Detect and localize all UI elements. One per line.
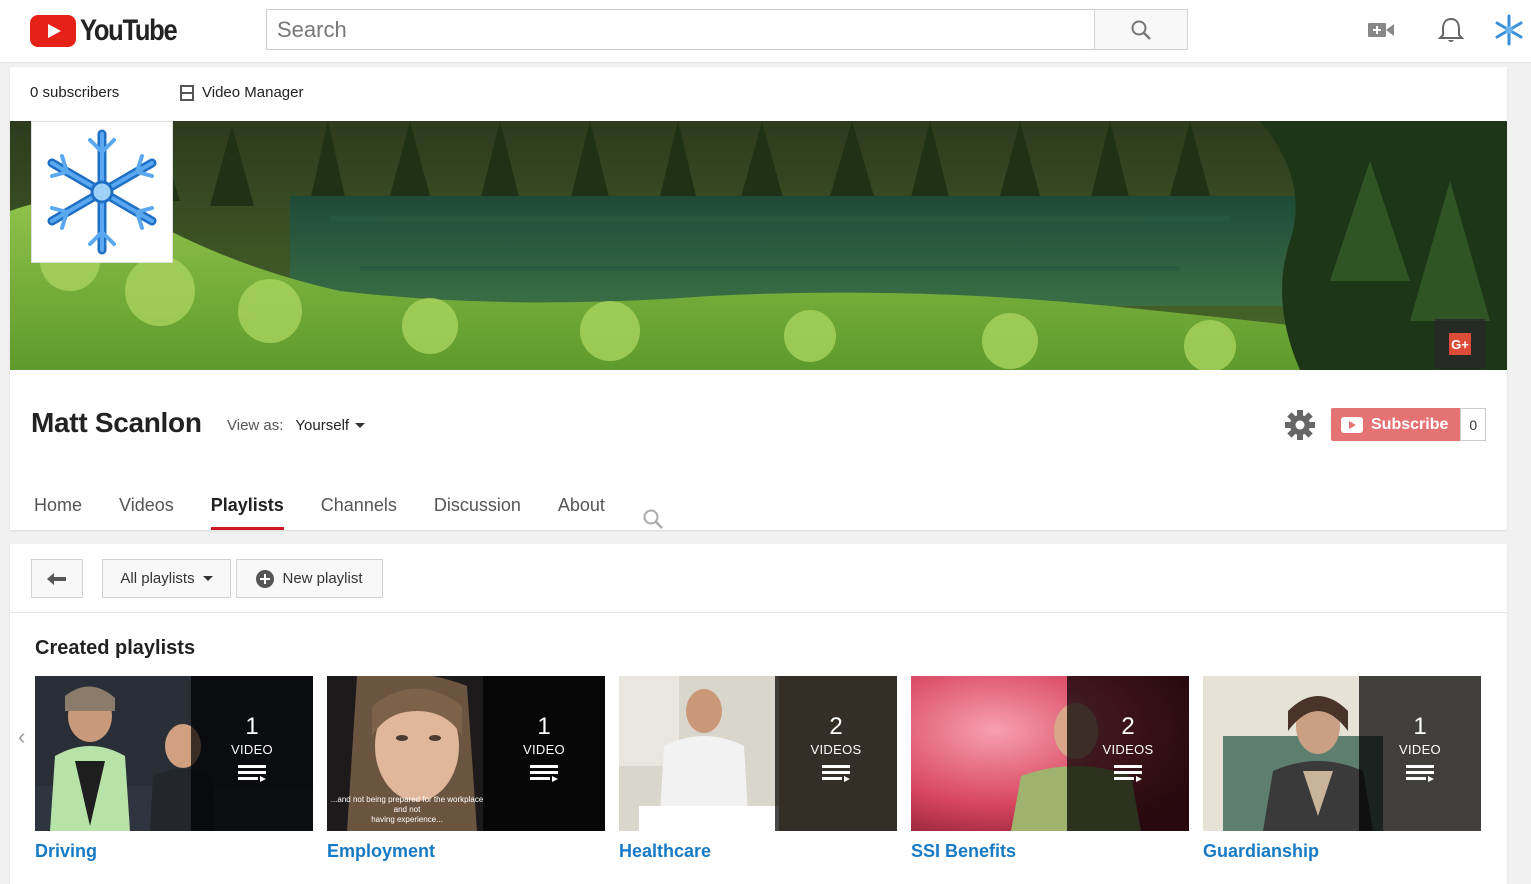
subtitle-line: having experience... — [371, 815, 443, 824]
playlist-thumbnail[interactable]: ...and not being prepared for the workpl… — [327, 676, 605, 831]
playlist-card: 1 VIDEO Driving — [35, 676, 313, 862]
video-count-overlay: 1 VIDEO — [1359, 676, 1481, 831]
video-count-unit: VIDEOS — [1102, 742, 1154, 757]
channel-top-strip: 0 subscribers Video Manager — [10, 67, 1507, 121]
playlists-panel: All playlists New playlist Created playl… — [10, 544, 1507, 884]
video-manager-link[interactable]: Video Manager — [180, 84, 303, 101]
video-count-unit: VIDEO — [523, 742, 565, 757]
chevron-down-icon — [355, 423, 366, 428]
logo-text: YouTube — [80, 14, 178, 47]
video-count: 1 — [537, 713, 551, 740]
playlist-title[interactable]: SSI Benefits — [911, 841, 1189, 862]
subscribe-label-wrap: Subscribe — [1331, 408, 1461, 441]
plus-circle-icon — [256, 569, 275, 588]
playlist-card: 1 VIDEO Guardianship — [1203, 676, 1481, 862]
playlist-lines-icon — [1114, 765, 1142, 782]
upload-button[interactable] — [1365, 14, 1397, 46]
view-as-value: Yourself — [295, 417, 350, 434]
bell-icon — [1438, 17, 1464, 42]
subscriber-count: 0 subscribers — [30, 84, 120, 101]
playlist-thumbnail[interactable]: 1 VIDEO — [35, 676, 313, 831]
playlist-thumbnail[interactable]: 1 VIDEO — [1203, 676, 1481, 831]
search-icon[interactable] — [642, 508, 664, 530]
view-as-dropdown[interactable]: Yourself — [295, 417, 366, 434]
back-arrow-icon — [47, 572, 66, 585]
subscribe-label: Subscribe — [1371, 415, 1449, 433]
subtitle-line: ...and not being prepared for the workpl… — [330, 795, 484, 814]
snowflake-avatar-icon — [1495, 14, 1523, 46]
video-subtitle: ...and not being prepared for the workpl… — [327, 795, 487, 825]
playlist-title[interactable]: Employment — [327, 841, 605, 862]
masthead: YouTube — [0, 0, 1531, 63]
playlist-card: 2 VIDEOS SSI Benefits — [911, 676, 1189, 862]
subscriber-count-badge: 0 — [1460, 408, 1487, 441]
video-count-unit: VIDEO — [1399, 742, 1441, 757]
playlist-title[interactable]: Guardianship — [1203, 841, 1481, 862]
playlist-title[interactable]: Healthcare — [619, 841, 897, 862]
gear-icon[interactable] — [1284, 409, 1316, 441]
search-input[interactable] — [267, 10, 1094, 49]
back-button[interactable] — [31, 559, 83, 598]
all-playlists-label: All playlists — [120, 570, 195, 587]
playlist-title[interactable]: Driving — [35, 841, 313, 862]
new-playlist-button[interactable]: New playlist — [236, 559, 383, 598]
search-box — [266, 9, 1094, 50]
tab-about[interactable]: About — [558, 487, 605, 530]
google-plus-link[interactable]: G+ — [1435, 319, 1485, 369]
playlist-lines-icon — [530, 765, 558, 782]
channel-tabs: Home Videos Playlists Channels Discussio… — [34, 487, 664, 530]
subscribe-button[interactable]: Subscribe 0 — [1331, 408, 1487, 441]
section-title: Created playlists — [35, 637, 196, 659]
chevron-left-icon[interactable]: ‹ — [18, 724, 25, 750]
search-icon — [1131, 20, 1151, 40]
chevron-down-icon — [202, 576, 213, 581]
playlists-toolbar: All playlists New playlist — [10, 544, 1507, 613]
tab-channels[interactable]: Channels — [321, 487, 397, 530]
video-count: 2 — [1121, 713, 1135, 740]
playlist-lines-icon — [822, 765, 850, 782]
new-playlist-label: New playlist — [282, 570, 363, 587]
playlist-card: ...and not being prepared for the workpl… — [327, 676, 605, 862]
channel-banner — [10, 121, 1507, 370]
playlist-thumbnail[interactable]: 2 VIDEOS — [619, 676, 897, 831]
channel-title: Matt Scanlon — [31, 407, 202, 438]
notifications-button[interactable] — [1435, 14, 1467, 46]
channel-avatar[interactable] — [31, 121, 173, 263]
video-count: 1 — [245, 713, 259, 740]
tab-home[interactable]: Home — [34, 487, 82, 530]
video-manager-icon — [180, 84, 194, 101]
video-count-overlay: 2 VIDEOS — [775, 676, 897, 831]
video-count-unit: VIDEOS — [810, 742, 862, 757]
playlist-lines-icon — [1406, 765, 1434, 782]
view-as: View as: Yourself — [227, 417, 366, 434]
video-count: 1 — [1413, 713, 1427, 740]
tab-playlists[interactable]: Playlists — [210, 487, 284, 530]
all-playlists-dropdown[interactable]: All playlists — [102, 559, 231, 598]
youtube-play-icon — [30, 15, 76, 47]
youtube-play-icon — [1341, 416, 1363, 433]
search-button[interactable] — [1094, 9, 1188, 50]
playlist-card: 2 VIDEOS Healthcare — [619, 676, 897, 862]
youtube-logo[interactable]: YouTube — [30, 14, 193, 48]
playlist-thumbnail[interactable]: 2 VIDEOS — [911, 676, 1189, 831]
account-avatar[interactable] — [1493, 14, 1525, 46]
view-as-label: View as: — [227, 417, 284, 434]
playlist-lines-icon — [238, 765, 266, 782]
lake-forest-banner-image — [10, 121, 1507, 370]
tab-videos[interactable]: Videos — [119, 487, 174, 530]
tab-discussion[interactable]: Discussion — [434, 487, 521, 530]
video-count-unit: VIDEO — [231, 742, 273, 757]
video-upload-icon — [1368, 23, 1394, 37]
snowflake-icon — [47, 129, 157, 255]
video-count: 2 — [829, 713, 843, 740]
video-count-overlay: 2 VIDEOS — [1067, 676, 1189, 831]
video-count-overlay: 1 VIDEO — [483, 676, 605, 831]
video-count-overlay: 1 VIDEO — [191, 676, 313, 831]
google-plus-icon: G+ — [1449, 333, 1471, 355]
channel-header: 0 subscribers Video Manager G+ Matt Scan… — [10, 67, 1507, 530]
video-manager-label: Video Manager — [202, 84, 304, 101]
